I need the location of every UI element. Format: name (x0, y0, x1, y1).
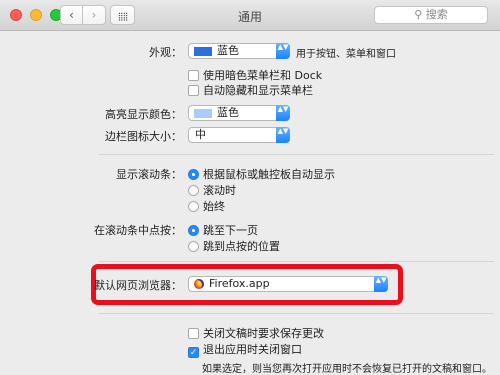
close-windows-checkbox[interactable]: ✓ (188, 347, 199, 358)
popup-arrows-icon: ▲▼ (276, 127, 290, 143)
click-scroll-bar-label: 在滚动条中点按： (94, 224, 182, 237)
search-placeholder: 搜索 (425, 8, 448, 21)
popup-arrows-icon: ▲▼ (276, 105, 290, 121)
close-windows-note: 如果选定，则当您再次打开应用时不会恢复已打开的文稿和窗口。 (202, 364, 492, 375)
close-windows-row[interactable]: ✓ 退出应用时关闭窗口 (188, 341, 302, 358)
sidebar-icon-size-value: 中 (195, 128, 206, 141)
close-windows-label: 退出应用时关闭窗口 (203, 343, 302, 356)
appearance-hint: 用于按钮、菜单和窗口 (296, 49, 396, 60)
radio-button[interactable] (188, 185, 199, 196)
highlight-color-popup[interactable]: 蓝色 ▲▼ (188, 105, 290, 121)
search-field[interactable]: ⚲ 搜索 (374, 6, 488, 24)
default-browser-label: 默认网页浏览器： (94, 279, 182, 292)
separator (99, 154, 494, 155)
click-scroll-option-next-page[interactable]: 跳至下一页 (188, 222, 258, 238)
dark-menu-label: 使用暗色菜单栏和 Dock (203, 69, 323, 82)
dark-menu-checkbox[interactable] (188, 70, 199, 81)
click-scroll-option-clicked-spot[interactable]: 跳到点按的位置 (188, 238, 280, 254)
highlight-color-swatch (194, 109, 212, 118)
search-icon: ⚲ (414, 8, 423, 21)
autohide-menu-label: 自动隐藏和显示菜单栏 (203, 84, 313, 97)
option-label: 跳至下一页 (203, 224, 258, 237)
scroll-bars-option-always[interactable]: 始终 (188, 198, 225, 214)
autohide-menu-checkbox[interactable] (188, 85, 199, 96)
separator (99, 313, 494, 314)
radio-button[interactable] (188, 241, 199, 252)
dark-menu-checkbox-row[interactable]: 使用暗色菜单栏和 Dock (188, 67, 322, 83)
appearance-value: 蓝色 (217, 44, 239, 57)
scroll-bars-option-when-scrolling[interactable]: 滚动时 (188, 182, 236, 198)
sidebar-icon-size-popup[interactable]: 中 ▲▼ (188, 127, 290, 143)
firefox-icon (194, 279, 204, 289)
radio-button[interactable] (188, 201, 199, 212)
default-browser-value: Firefox.app (209, 277, 270, 290)
option-label: 滚动时 (203, 184, 236, 197)
ask-keep-changes-row[interactable]: 关闭文稿时要求保存更改 (188, 325, 324, 341)
popup-arrows-icon: ▲▼ (374, 276, 388, 292)
scroll-bars-option-automatic[interactable]: 根据鼠标或触控板自动显示 (188, 166, 335, 182)
ask-keep-changes-label: 关闭文稿时要求保存更改 (203, 327, 324, 340)
checkmark-icon: ✓ (189, 348, 198, 358)
highlight-color-label: 高亮显示颜色： (105, 108, 182, 121)
appearance-swatch (194, 47, 212, 56)
popup-arrows-icon: ▲▼ (276, 43, 290, 59)
ask-keep-changes-checkbox[interactable] (188, 328, 199, 339)
radio-button[interactable] (188, 225, 199, 236)
sidebar-icon-size-label: 边栏图标大小： (105, 130, 182, 143)
appearance-popup[interactable]: 蓝色 ▲▼ (188, 43, 290, 59)
radio-button[interactable] (188, 169, 199, 180)
option-label: 跳到点按的位置 (203, 240, 280, 253)
separator (99, 261, 494, 262)
highlight-color-value: 蓝色 (217, 106, 239, 119)
appearance-label: 外观： (149, 46, 182, 59)
general-settings-pane: 外观： 蓝色 ▲▼ 用于按钮、菜单和窗口 使用暗色菜单栏和 Dock 自动隐藏和… (0, 31, 500, 375)
option-label: 根据鼠标或触控板自动显示 (203, 168, 335, 181)
show-scroll-bars-label: 显示滚动条： (116, 168, 182, 181)
title-bar: ‹ › ⣿⣿ 通用 ⚲ 搜索 (0, 0, 500, 31)
default-browser-popup[interactable]: Firefox.app ▲▼ (188, 276, 388, 292)
autohide-menu-checkbox-row[interactable]: 自动隐藏和显示菜单栏 (188, 82, 313, 98)
option-label: 始终 (203, 200, 225, 213)
